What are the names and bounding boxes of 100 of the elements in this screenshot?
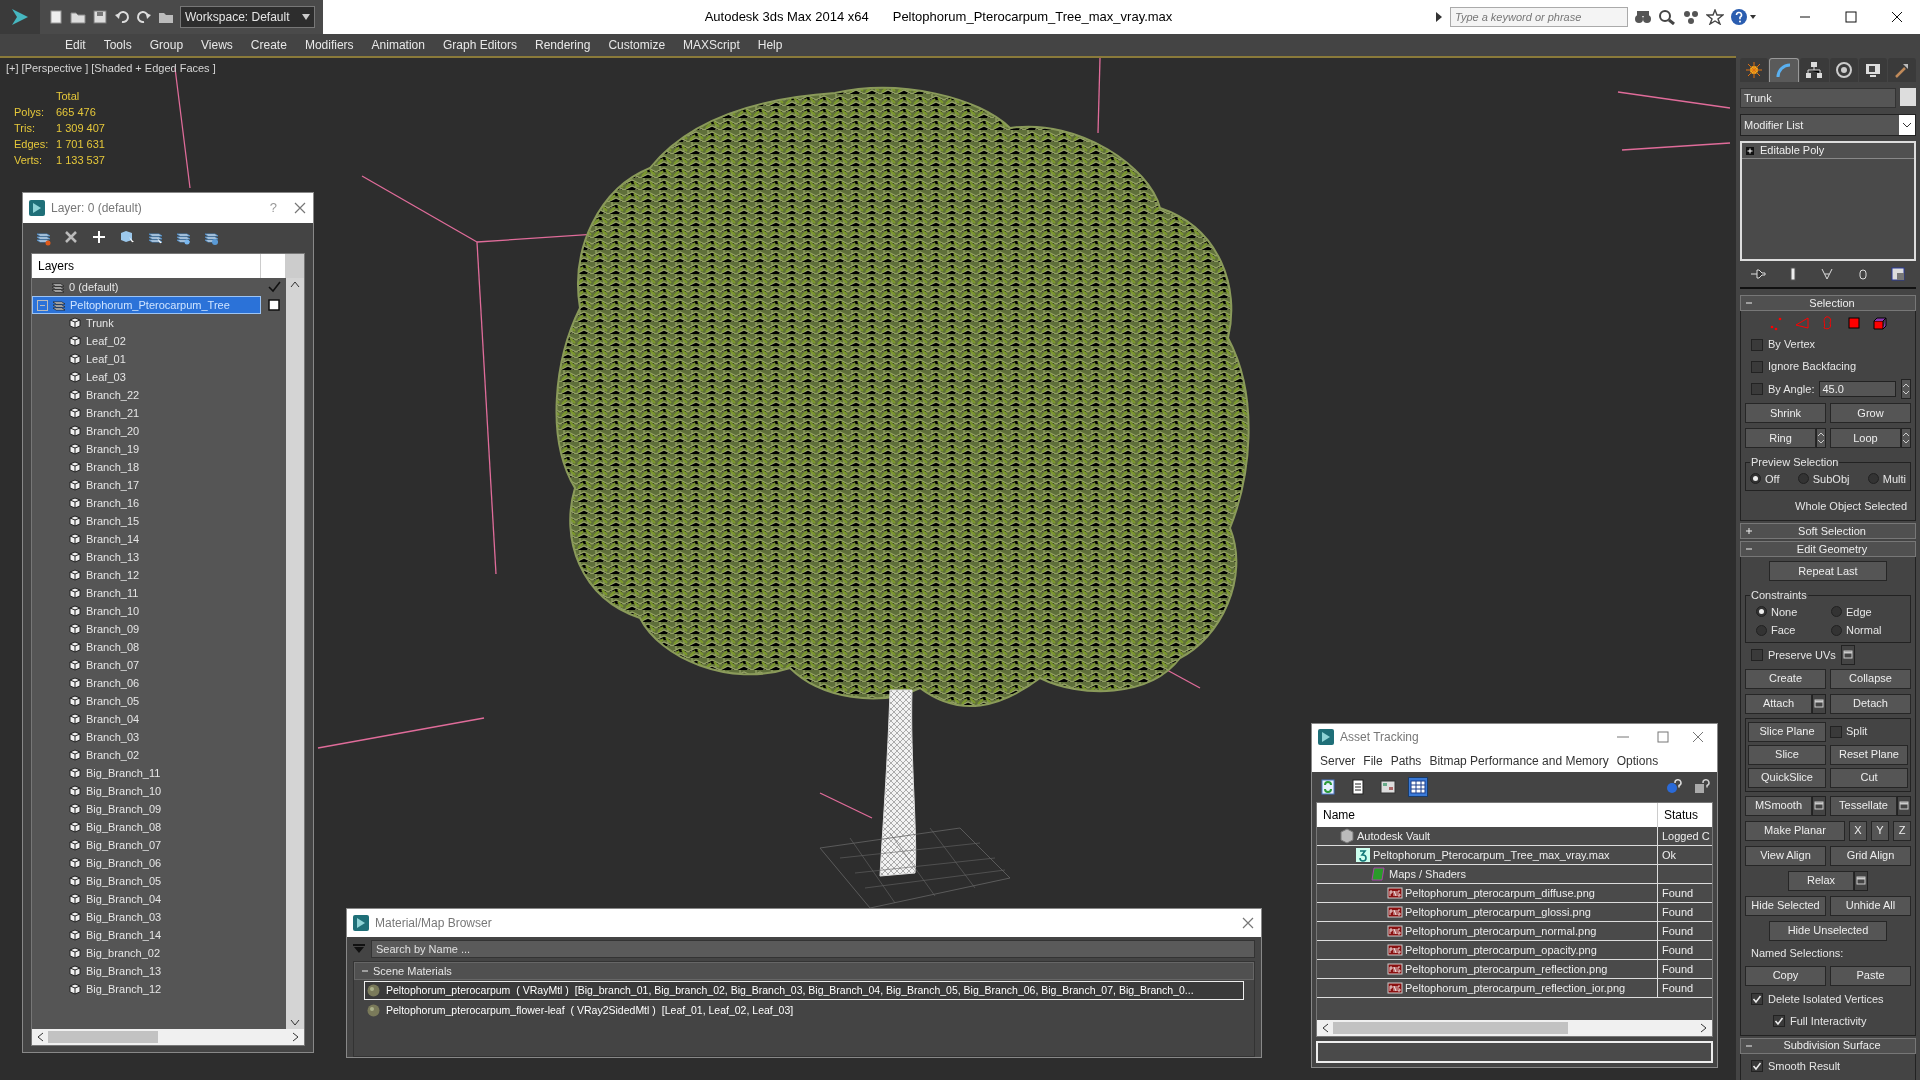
collapse-icon[interactable] <box>1745 545 1753 553</box>
radio-button[interactable] <box>1867 473 1879 485</box>
toolbar-button[interactable] <box>1378 777 1398 797</box>
panel-tab[interactable] <box>1740 58 1769 82</box>
toolbar-button[interactable] <box>1408 777 1428 797</box>
object-name[interactable]: Trunk <box>86 314 114 332</box>
vertical-scrollbar[interactable] <box>286 278 304 1029</box>
menu-item[interactable]: Create <box>241 36 296 54</box>
object-name[interactable]: Big_Branch_08 <box>86 818 162 836</box>
button[interactable]: Make Planar <box>1745 820 1845 841</box>
new-file-icon[interactable] <box>48 9 64 25</box>
object-name[interactable]: Branch_13 <box>86 548 140 566</box>
menu-item[interactable]: Help <box>748 36 792 54</box>
rollout-header[interactable]: Selection <box>1740 295 1916 311</box>
object-name[interactable]: Big_Branch_05 <box>86 872 162 890</box>
table-cell[interactable]: Peltophorum_Pterocarpum_Tree_max_vray.max <box>1317 846 1658 864</box>
object-name[interactable]: Branch_12 <box>86 566 140 584</box>
menu-item[interactable]: File <box>1359 752 1387 770</box>
table-cell[interactable]: Peltophorum_pterocarpum_diffuse.png <box>1317 884 1658 902</box>
menu-item[interactable]: Customize <box>599 36 675 54</box>
toolbar-button[interactable] <box>1318 777 1338 797</box>
button[interactable]: Attach <box>1745 693 1812 714</box>
panel-tab[interactable] <box>1858 58 1887 82</box>
settings-button[interactable] <box>1840 645 1855 665</box>
button[interactable]: Paste <box>1830 965 1911 986</box>
button[interactable]: Grow <box>1830 403 1911 423</box>
checkbox[interactable] <box>1751 993 1763 1005</box>
expand-arrow-icon[interactable] <box>1434 9 1444 25</box>
object-name[interactable]: Big_Branch_12 <box>86 980 162 998</box>
rollout-header[interactable]: Soft Selection <box>1740 523 1916 539</box>
scroll-left-icon[interactable] <box>36 1032 44 1042</box>
spinner-arrows-icon[interactable] <box>1901 379 1911 399</box>
menu-item[interactable]: Views <box>192 36 242 54</box>
settings-button[interactable] <box>1812 693 1826 714</box>
object-name[interactable]: Leaf_01 <box>86 350 126 368</box>
search-icon[interactable] <box>1658 9 1676 25</box>
button[interactable]: Shrink <box>1745 403 1826 423</box>
menu-item[interactable]: Bitmap Performance and Memory <box>1425 752 1613 770</box>
object-name[interactable]: Big_Branch_06 <box>86 854 162 872</box>
button[interactable]: Collapse <box>1830 668 1911 689</box>
expand-icon[interactable] <box>1745 527 1753 535</box>
save-icon[interactable] <box>92 9 108 25</box>
collapse-icon[interactable] <box>361 967 369 975</box>
object-name[interactable]: Branch_18 <box>86 458 140 476</box>
app-logo-button[interactable] <box>0 0 40 34</box>
button[interactable]: Reset Plane <box>1830 744 1908 765</box>
object-name[interactable]: Branch_16 <box>86 494 140 512</box>
button[interactable]: Slice Plane <box>1748 721 1826 742</box>
undo-icon[interactable] <box>114 9 130 25</box>
button[interactable]: Y <box>1871 820 1889 841</box>
button[interactable]: Tessellate <box>1830 795 1897 816</box>
object-name[interactable]: Branch_02 <box>86 746 140 764</box>
radio-button[interactable] <box>1756 624 1767 636</box>
object-name[interactable]: Branch_09 <box>86 620 140 638</box>
checkmark-icon[interactable] <box>266 280 281 294</box>
object-name[interactable]: Branch_20 <box>86 422 140 440</box>
object-name-field[interactable]: Trunk <box>1740 88 1896 108</box>
object-name[interactable]: Big_Branch_07 <box>86 836 162 854</box>
angle-field[interactable]: 45.0 <box>1819 381 1896 397</box>
checkbox[interactable] <box>266 298 281 312</box>
menu-item[interactable]: Server <box>1316 752 1360 770</box>
menu-item[interactable]: Graph Editors <box>433 36 526 54</box>
button[interactable]: Cut <box>1830 767 1908 788</box>
help-icon[interactable] <box>1693 778 1711 796</box>
binoculars-icon[interactable] <box>1634 9 1652 25</box>
open-folder-icon[interactable] <box>70 9 86 25</box>
object-name[interactable]: Branch_08 <box>86 638 140 656</box>
menu-item[interactable]: Options <box>1612 752 1663 770</box>
stack-item[interactable]: Editable Poly <box>1742 143 1914 159</box>
button[interactable]: Ring <box>1745 428 1816 448</box>
button[interactable]: Repeat Last <box>1769 561 1887 581</box>
object-name[interactable]: Big_Branch_03 <box>86 908 162 926</box>
rollout-header[interactable]: Edit Geometry <box>1740 541 1916 557</box>
scrollbar-thumb[interactable] <box>1333 1022 1568 1034</box>
search-field[interactable]: Search by Name ... <box>371 940 1255 958</box>
vertex-icon[interactable] <box>1768 315 1784 331</box>
object-name[interactable]: Big_Branch_10 <box>86 782 162 800</box>
close-icon[interactable] <box>1241 916 1255 930</box>
scroll-left-icon[interactable] <box>1321 1023 1329 1033</box>
checkbox[interactable] <box>1751 360 1763 373</box>
button[interactable]: Slice <box>1748 744 1826 765</box>
checkbox[interactable] <box>1751 383 1763 395</box>
horizontal-scrollbar[interactable] <box>32 1029 304 1045</box>
object-name[interactable]: Branch_17 <box>86 476 140 494</box>
object-name[interactable]: Branch_10 <box>86 602 140 620</box>
object-name[interactable]: Big_Branch_04 <box>86 890 162 908</box>
object-name[interactable]: Branch_19 <box>86 440 140 458</box>
object-name[interactable]: Leaf_02 <box>86 332 126 350</box>
column-header[interactable]: Layers <box>32 254 261 278</box>
button[interactable]: MSmooth <box>1745 795 1812 816</box>
material-row[interactable]: Peltophorum_pterocarpum_flower-leaf ( VRay2SidedMtl ) [Leaf_01, Leaf_02, Leaf_03] <box>364 1001 1244 1020</box>
path-field[interactable] <box>1316 1041 1713 1063</box>
star-icon[interactable] <box>1706 9 1724 25</box>
button[interactable]: Loop <box>1830 428 1901 448</box>
object-name[interactable]: Branch_05 <box>86 692 140 710</box>
object-name[interactable]: Branch_21 <box>86 404 140 422</box>
object-name[interactable]: Leaf_03 <box>86 368 126 386</box>
radio-button[interactable] <box>1750 473 1761 485</box>
button[interactable]: Copy <box>1745 965 1826 986</box>
radio-button[interactable] <box>1797 473 1809 485</box>
